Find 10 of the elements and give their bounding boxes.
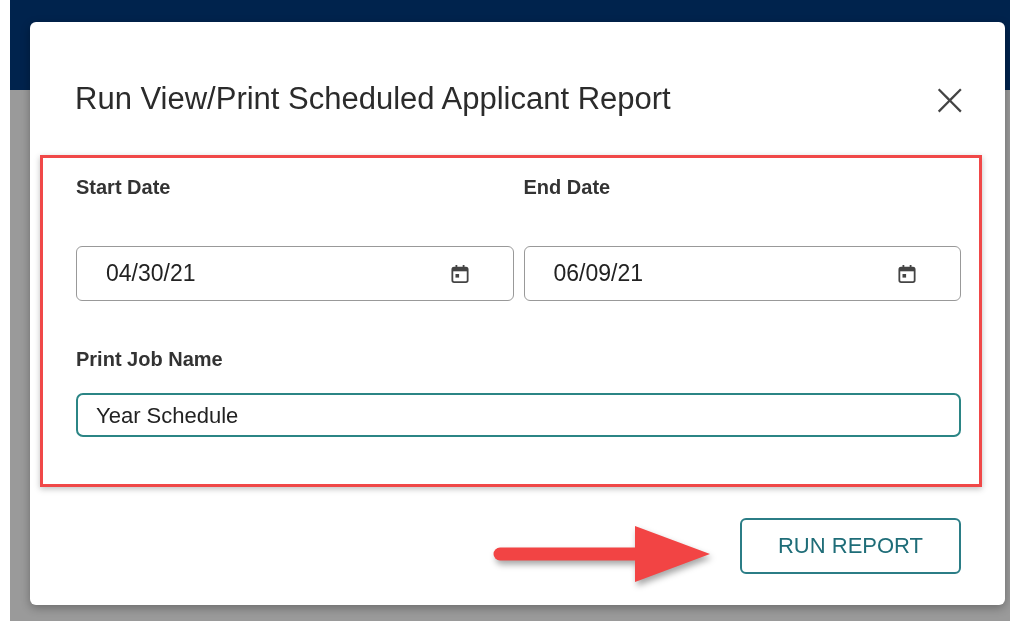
field-label: Start Date xyxy=(76,176,172,200)
calendar-icon xyxy=(450,263,469,284)
calendar-icon xyxy=(898,263,916,284)
dialog-title: Run View/Print Scheduled Applicant Report xyxy=(75,81,671,117)
date-field[interactable]: 04/30/21 xyxy=(76,246,514,301)
job-name-field[interactable]: Year Schedule xyxy=(76,393,961,437)
run-report-button[interactable]: RUN REPORT xyxy=(740,518,961,574)
field-label: Print Job Name xyxy=(76,348,224,371)
date-field[interactable]: 06/09/21 xyxy=(523,246,961,301)
field-label: End Date xyxy=(523,176,612,200)
